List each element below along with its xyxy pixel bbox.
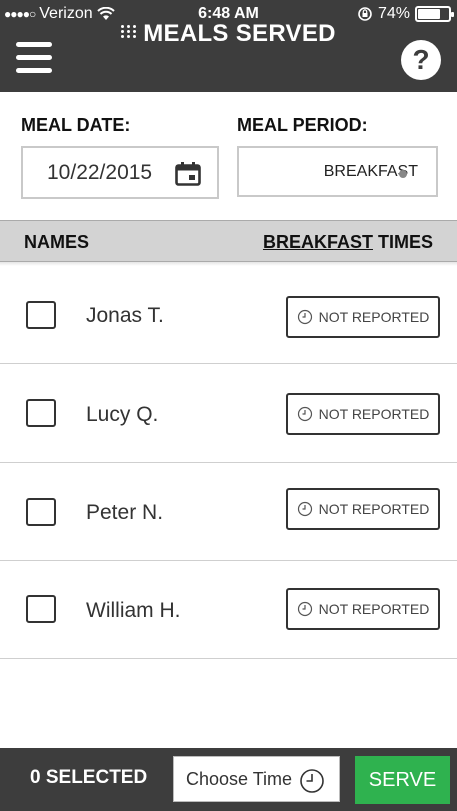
row-checkbox[interactable] — [26, 595, 56, 623]
meal-date-label: MEAL DATE: — [21, 115, 131, 135]
student-name: Lucy Q. — [86, 403, 159, 426]
serve-button[interactable]: SERVE — [355, 756, 450, 804]
meal-period-label: MEAL PERIOD: — [237, 115, 368, 135]
hamburger-menu-icon[interactable] — [16, 42, 52, 74]
time-status-button[interactable]: NOT REPORTED — [286, 588, 440, 630]
row-checkbox[interactable] — [26, 498, 56, 526]
table-row: Jonas T. NOT REPORTED — [0, 266, 457, 364]
time-status-button[interactable]: NOT REPORTED — [286, 488, 440, 530]
meal-period-select[interactable]: BREAKFAST — [237, 146, 438, 197]
row-checkbox[interactable] — [26, 399, 56, 427]
clock-icon — [297, 309, 312, 325]
table-header: NAMES BREAKFAST TIMES — [0, 220, 457, 262]
times-header-suffix: TIMES — [372, 232, 433, 252]
calendar-icon[interactable] — [175, 162, 201, 186]
meal-date-value: 10/22/2015 — [47, 160, 153, 184]
clock-icon — [297, 406, 312, 422]
row-checkbox[interactable] — [26, 301, 56, 329]
table-row: Peter N. NOT REPORTED — [0, 463, 457, 561]
student-name: William H. — [86, 599, 181, 622]
app-header: ●●●●○ Verizon 6:48 AM 74% MEALS SERVED ? — [0, 0, 457, 92]
time-status-label: NOT REPORTED — [318, 601, 430, 617]
dropdown-caret-icon — [399, 170, 407, 178]
clock-icon — [297, 601, 312, 617]
page-title-text: MEALS SERVED — [143, 20, 336, 47]
choose-time-placeholder: Choose Time — [186, 768, 293, 789]
times-column-header: BREAKFAST TIMES — [263, 232, 433, 253]
selected-count: 0 SELECTED — [30, 767, 148, 788]
grid-icon — [121, 25, 137, 39]
battery-fill — [418, 9, 441, 19]
time-status-button[interactable]: NOT REPORTED — [286, 393, 440, 435]
names-column-header: NAMES — [24, 232, 90, 252]
bottom-action-bar: 0 SELECTED Choose Time SERVE — [0, 748, 457, 811]
time-status-button[interactable]: NOT REPORTED — [286, 296, 440, 338]
time-status-label: NOT REPORTED — [318, 501, 430, 517]
help-button[interactable]: ? — [401, 40, 441, 80]
table-row: Lucy Q. NOT REPORTED — [0, 365, 457, 463]
choose-time-input[interactable]: Choose Time — [173, 756, 340, 802]
student-name: Jonas T. — [86, 304, 164, 327]
table-row: William H. NOT REPORTED — [0, 561, 457, 659]
time-status-label: NOT REPORTED — [318, 406, 430, 422]
clock-icon — [297, 501, 312, 517]
student-name: Peter N. — [86, 501, 164, 524]
times-header-period: BREAKFAST — [262, 232, 373, 252]
clock-icon[interactable] — [299, 768, 325, 794]
meal-date-field[interactable]: 10/22/2015 — [21, 146, 219, 199]
page-title: MEALS SERVED — [0, 20, 457, 48]
time-status-label: NOT REPORTED — [318, 309, 430, 325]
